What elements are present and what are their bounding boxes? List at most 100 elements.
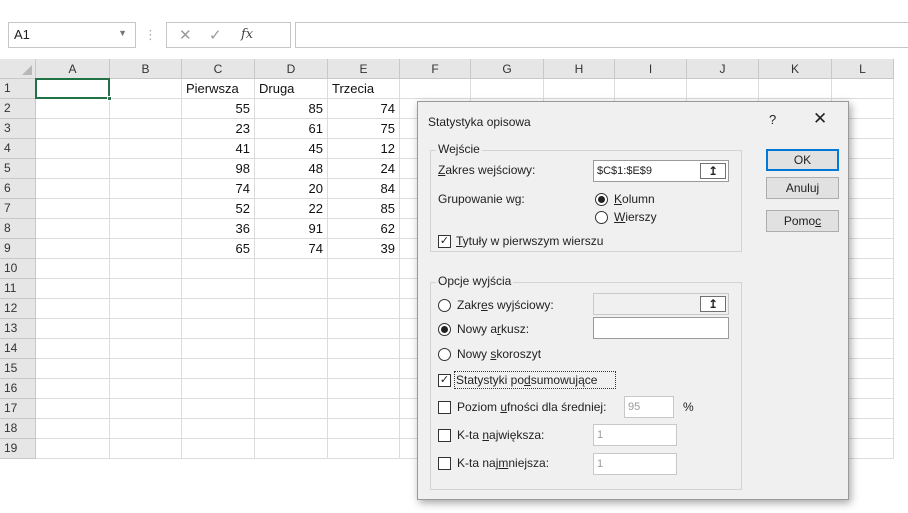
cell-e16[interactable] <box>328 379 400 399</box>
cell-b15[interactable] <box>110 359 182 379</box>
cell-j1[interactable] <box>687 79 759 99</box>
cell-a13[interactable] <box>36 319 110 339</box>
cell-d16[interactable] <box>255 379 328 399</box>
cell-c13[interactable] <box>182 319 255 339</box>
close-icon[interactable]: ✕ <box>813 109 827 129</box>
cell-b6[interactable] <box>110 179 182 199</box>
cell-d19[interactable] <box>255 439 328 459</box>
cell-e10[interactable] <box>328 259 400 279</box>
cell-e4[interactable]: 12 <box>328 139 400 159</box>
cell-b11[interactable] <box>110 279 182 299</box>
cell-c11[interactable] <box>182 279 255 299</box>
confidence-level-checkbox[interactable] <box>438 401 451 414</box>
cell-c10[interactable] <box>182 259 255 279</box>
row-header-19[interactable]: 19 <box>0 439 36 459</box>
cell-a4[interactable] <box>36 139 110 159</box>
cell-d17[interactable] <box>255 399 328 419</box>
row-header-10[interactable]: 10 <box>0 259 36 279</box>
cell-a3[interactable] <box>36 119 110 139</box>
cell-b3[interactable] <box>110 119 182 139</box>
collapse-dialog-icon[interactable]: ↥ <box>700 163 726 179</box>
cell-c4[interactable]: 41 <box>182 139 255 159</box>
confidence-level-field[interactable]: 95 <box>624 396 674 418</box>
cell-e14[interactable] <box>328 339 400 359</box>
cell-b5[interactable] <box>110 159 182 179</box>
cell-d4[interactable]: 45 <box>255 139 328 159</box>
column-header-e[interactable]: E <box>328 59 400 79</box>
new-sheet-radio[interactable] <box>438 323 451 336</box>
group-by-rows-label[interactable]: Wierszy <box>614 210 657 224</box>
cell-c19[interactable] <box>182 439 255 459</box>
cell-b16[interactable] <box>110 379 182 399</box>
cell-a5[interactable] <box>36 159 110 179</box>
cell-b1[interactable] <box>110 79 182 99</box>
cell-e2[interactable]: 74 <box>328 99 400 119</box>
cell-c18[interactable] <box>182 419 255 439</box>
column-header-g[interactable]: G <box>471 59 544 79</box>
cell-a10[interactable] <box>36 259 110 279</box>
new-sheet-label[interactable]: Nowy arkusz: <box>457 322 529 336</box>
cell-e17[interactable] <box>328 399 400 419</box>
row-header-2[interactable]: 2 <box>0 99 36 119</box>
cell-a6[interactable] <box>36 179 110 199</box>
kth-smallest-checkbox[interactable] <box>438 457 451 470</box>
row-header-15[interactable]: 15 <box>0 359 36 379</box>
cell-c3[interactable]: 23 <box>182 119 255 139</box>
cell-d12[interactable] <box>255 299 328 319</box>
cell-e8[interactable]: 62 <box>328 219 400 239</box>
row-header-7[interactable]: 7 <box>0 199 36 219</box>
formula-input[interactable] <box>295 22 908 48</box>
cell-c2[interactable]: 55 <box>182 99 255 119</box>
cell-k1[interactable] <box>759 79 832 99</box>
row-header-1[interactable]: 1 <box>0 79 36 99</box>
group-by-columns-radio[interactable] <box>595 193 608 206</box>
cell-e11[interactable] <box>328 279 400 299</box>
help-icon[interactable]: ? <box>769 112 776 127</box>
cell-d6[interactable]: 20 <box>255 179 328 199</box>
cell-d8[interactable]: 91 <box>255 219 328 239</box>
cell-d1[interactable]: Druga <box>255 79 328 99</box>
cell-b9[interactable] <box>110 239 182 259</box>
cell-b4[interactable] <box>110 139 182 159</box>
column-header-l[interactable]: L <box>832 59 894 79</box>
cell-e5[interactable]: 24 <box>328 159 400 179</box>
cell-d2[interactable]: 85 <box>255 99 328 119</box>
cell-c1[interactable]: Pierwsza <box>182 79 255 99</box>
input-range-field[interactable]: $C$1:$E$9 ↥ <box>593 160 729 182</box>
row-header-12[interactable]: 12 <box>0 299 36 319</box>
cell-b8[interactable] <box>110 219 182 239</box>
cell-e6[interactable]: 84 <box>328 179 400 199</box>
cell-b7[interactable] <box>110 199 182 219</box>
cell-b13[interactable] <box>110 319 182 339</box>
new-workbook-radio[interactable] <box>438 348 451 361</box>
cell-b14[interactable] <box>110 339 182 359</box>
cell-a7[interactable] <box>36 199 110 219</box>
cell-i1[interactable] <box>615 79 687 99</box>
cell-l1[interactable] <box>832 79 894 99</box>
cell-h1[interactable] <box>544 79 615 99</box>
cell-a19[interactable] <box>36 439 110 459</box>
kth-largest-checkbox[interactable] <box>438 429 451 442</box>
row-header-3[interactable]: 3 <box>0 119 36 139</box>
cell-a15[interactable] <box>36 359 110 379</box>
cell-c6[interactable]: 74 <box>182 179 255 199</box>
cell-e12[interactable] <box>328 299 400 319</box>
cell-a14[interactable] <box>36 339 110 359</box>
cell-d15[interactable] <box>255 359 328 379</box>
cell-d13[interactable] <box>255 319 328 339</box>
ok-button[interactable]: OK <box>766 149 839 171</box>
column-header-h[interactable]: H <box>544 59 615 79</box>
cancel-icon[interactable]: ✕ <box>179 26 192 44</box>
row-header-5[interactable]: 5 <box>0 159 36 179</box>
cell-e18[interactable] <box>328 419 400 439</box>
cell-b10[interactable] <box>110 259 182 279</box>
cell-c8[interactable]: 36 <box>182 219 255 239</box>
enter-icon[interactable]: ✓ <box>209 26 222 44</box>
row-header-14[interactable]: 14 <box>0 339 36 359</box>
cell-e19[interactable] <box>328 439 400 459</box>
row-header-4[interactable]: 4 <box>0 139 36 159</box>
insert-function-icon[interactable]: fx <box>241 27 253 42</box>
cell-d18[interactable] <box>255 419 328 439</box>
cell-d11[interactable] <box>255 279 328 299</box>
new-sheet-field[interactable] <box>593 317 729 339</box>
